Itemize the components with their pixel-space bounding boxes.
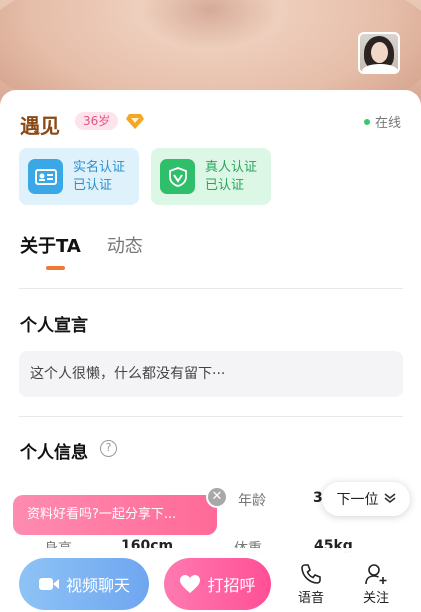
divider [19,416,403,417]
double-chevron-down-icon [384,492,396,506]
verified-shield-icon [160,159,195,194]
help-icon[interactable]: ? [100,440,117,457]
user-name: 遇见 [20,114,60,138]
tab-moments[interactable]: 动态 [107,232,143,258]
greet-label: 打招呼 [207,576,256,595]
add-user-icon [365,564,387,585]
real-person-cert-title: 真人认证 [205,159,258,175]
realname-cert-status: 已认证 [73,177,113,193]
id-card-icon [28,159,63,194]
heart-icon [180,575,201,593]
video-camera-icon [38,578,59,590]
tab-about[interactable]: 关于TA [20,232,81,258]
follow-button[interactable]: 关注 [356,563,396,606]
avatar-thumbnail[interactable] [358,32,400,74]
next-user-label: 下一位 [336,492,379,508]
info-title: 个人信息 [20,443,88,463]
profile-tabs: 关于TA 动态 [20,232,169,258]
greet-button[interactable]: 打招呼 [164,558,271,610]
vip-diamond-icon [126,114,144,129]
divider [19,288,403,289]
profile-page: 遇见 36岁 在线 实名认证 已认证 真人认证 已认证 关于TA 动态 个人宣言… [0,0,421,612]
follow-label: 关注 [362,591,389,606]
manifesto-text: 这个人很懒，什么都没有留下··· [19,351,403,397]
share-prompt-bubble[interactable]: 资料好看吗?一起分享下... [13,495,217,535]
manifesto-title: 个人宣言 [20,316,88,336]
age-label: 年龄 [238,493,266,509]
real-person-certification-badge[interactable]: 真人认证 已认证 [151,148,271,205]
phone-icon [301,564,321,584]
age-badge: 36岁 [75,112,119,130]
real-person-cert-status: 已认证 [205,177,245,193]
close-icon[interactable]: ✕ [206,486,228,508]
voice-call-button[interactable]: 语音 [291,563,331,606]
online-status-label: 在线 [375,116,402,131]
video-chat-label: 视频聊天 [65,576,130,595]
realname-certification-badge[interactable]: 实名认证 已认证 [19,148,139,205]
active-tab-indicator [46,266,65,270]
voice-label: 语音 [297,591,324,606]
next-user-button[interactable]: 下一位 [322,482,410,516]
realname-cert-title: 实名认证 [73,159,126,175]
video-chat-button[interactable]: 视频聊天 [19,558,149,610]
online-dot-icon [364,118,370,125]
online-status: 在线 [364,112,401,131]
